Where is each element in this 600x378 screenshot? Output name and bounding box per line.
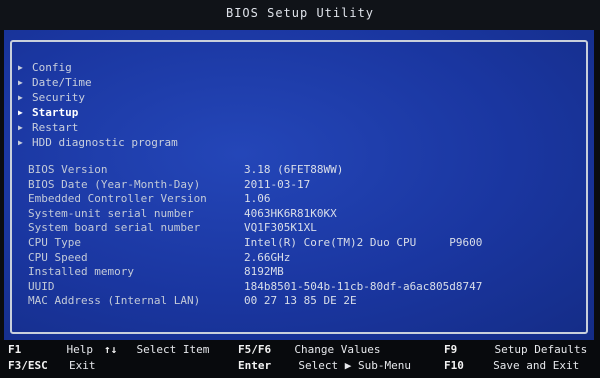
key-description: Exit bbox=[69, 359, 96, 372]
menu-item-label: Config bbox=[32, 61, 72, 74]
system-info-list: BIOS Version 3.18 (6FET88WW) BIOS Date (… bbox=[28, 163, 482, 309]
menu-item-security[interactable]: ▶ Security bbox=[18, 90, 178, 105]
setup-menu: ▶ Config ▶ Date/Time ▶ Security ▶ Startu… bbox=[18, 60, 178, 150]
info-label: CPU Speed bbox=[28, 250, 88, 264]
triangle-right-icon: ▶ bbox=[18, 63, 23, 72]
help-key-esc[interactable]: F3/ESC Exit bbox=[8, 358, 96, 374]
menu-item-date-time[interactable]: ▶ Date/Time bbox=[18, 75, 178, 90]
info-label: System-unit serial number bbox=[28, 206, 194, 220]
info-label: Installed memory bbox=[28, 265, 134, 279]
info-value: VQ1F305K1XL bbox=[244, 221, 317, 235]
triangle-right-icon: ▶ bbox=[18, 108, 23, 117]
help-key-f9[interactable]: F9 Setup Defaults bbox=[444, 342, 587, 358]
info-label: BIOS Date (Year-Month-Day) bbox=[28, 177, 201, 191]
info-row-system-board-serial: System board serial number VQ1F305K1XL bbox=[28, 221, 482, 236]
help-bar: F1 Help ↑↓ Select Item F5/F6 Change Valu… bbox=[0, 340, 600, 378]
menu-item-startup[interactable]: ▶ Startup bbox=[18, 105, 178, 120]
title-bar: BIOS Setup Utility bbox=[0, 0, 600, 30]
main-panel: ▶ Config ▶ Date/Time ▶ Security ▶ Startu… bbox=[4, 30, 594, 340]
info-value: 00 27 13 85 DE 2E bbox=[244, 294, 357, 308]
key-description: Help bbox=[66, 343, 94, 356]
key-description: Setup Defaults bbox=[494, 343, 588, 356]
bios-screen: BIOS Setup Utility ▶ Config ▶ Date/Time … bbox=[0, 0, 600, 378]
help-key-enter[interactable]: Enter Select ▶ Sub-Menu bbox=[238, 358, 411, 374]
menu-item-restart[interactable]: ▶ Restart bbox=[18, 120, 178, 135]
triangle-right-icon: ▶ bbox=[18, 138, 23, 147]
menu-item-config[interactable]: ▶ Config bbox=[18, 60, 178, 75]
info-value: 2.66GHz bbox=[244, 250, 291, 264]
key-description: Select ▶ Sub-Menu bbox=[298, 359, 411, 372]
info-row-cpu-type: CPU Type Intel(R) Core(TM)2 Duo CPU P960… bbox=[28, 236, 482, 251]
info-label: UUID bbox=[28, 279, 55, 293]
info-row-cpu-speed: CPU Speed 2.66GHz bbox=[28, 251, 482, 266]
triangle-right-icon: ▶ bbox=[18, 123, 23, 132]
key-label: F1 bbox=[8, 343, 22, 356]
menu-item-label: HDD diagnostic program bbox=[32, 136, 178, 149]
info-label: BIOS Version bbox=[28, 163, 108, 176]
help-key-updown[interactable]: ↑↓ Select Item bbox=[104, 342, 209, 358]
menu-item-label: Restart bbox=[32, 121, 79, 134]
arrow-up-down-icon: ↑↓ bbox=[104, 343, 118, 356]
info-label: System board serial number bbox=[28, 221, 201, 235]
info-value: 8192MB bbox=[244, 265, 284, 279]
info-value: 1.06 bbox=[244, 192, 271, 206]
help-key-f5f6[interactable]: F5/F6 Change Values bbox=[238, 342, 380, 358]
info-label: CPU Type bbox=[28, 235, 81, 249]
info-row-ec-version: Embedded Controller Version 1.06 bbox=[28, 192, 482, 207]
menu-item-hdd-diagnostic[interactable]: ▶ HDD diagnostic program bbox=[18, 135, 178, 150]
key-description: Save and Exit bbox=[493, 359, 580, 372]
help-key-f1[interactable]: F1 Help bbox=[8, 342, 93, 358]
info-row-uuid: UUID 184b8501-504b-11cb-80df-a6ac805d874… bbox=[28, 280, 482, 295]
key-description: Change Values bbox=[294, 343, 381, 356]
window-title: BIOS Setup Utility bbox=[225, 6, 375, 20]
menu-item-label: Date/Time bbox=[32, 76, 92, 89]
info-row-bios-date: BIOS Date (Year-Month-Day) 2011-03-17 bbox=[28, 178, 482, 193]
key-label: F9 bbox=[444, 343, 458, 356]
key-label: F10 bbox=[444, 359, 464, 372]
info-row-installed-memory: Installed memory 8192MB bbox=[28, 265, 482, 280]
info-value: 184b8501-504b-11cb-80df-a6ac805d8747 bbox=[244, 279, 483, 293]
key-label: Enter bbox=[238, 359, 272, 372]
key-label: F5/F6 bbox=[238, 343, 272, 356]
info-value: 2011-03-17 bbox=[244, 177, 311, 191]
key-description: Select Item bbox=[136, 343, 210, 356]
info-value: 4063HK6R81K0KX bbox=[244, 206, 337, 220]
info-row-bios-version: BIOS Version 3.18 (6FET88WW) bbox=[28, 163, 482, 178]
info-row-mac-address: MAC Address (Internal LAN) 00 27 13 85 D… bbox=[28, 294, 482, 309]
triangle-right-icon: ▶ bbox=[18, 93, 23, 102]
info-label: Embedded Controller Version bbox=[28, 192, 207, 206]
info-value: Intel(R) Core(TM)2 Duo CPU P9600 bbox=[244, 235, 483, 249]
triangle-right-icon: ▶ bbox=[18, 78, 23, 87]
key-label: F3/ESC bbox=[8, 359, 48, 372]
menu-item-label: Security bbox=[32, 91, 85, 104]
info-value: 3.18 (6FET88WW) bbox=[244, 163, 344, 176]
info-row-system-unit-serial: System-unit serial number 4063HK6R81K0KX bbox=[28, 207, 482, 222]
info-label: MAC Address (Internal LAN) bbox=[28, 294, 201, 308]
help-key-f10[interactable]: F10 Save and Exit bbox=[444, 358, 579, 374]
menu-item-label: Startup bbox=[32, 106, 79, 119]
